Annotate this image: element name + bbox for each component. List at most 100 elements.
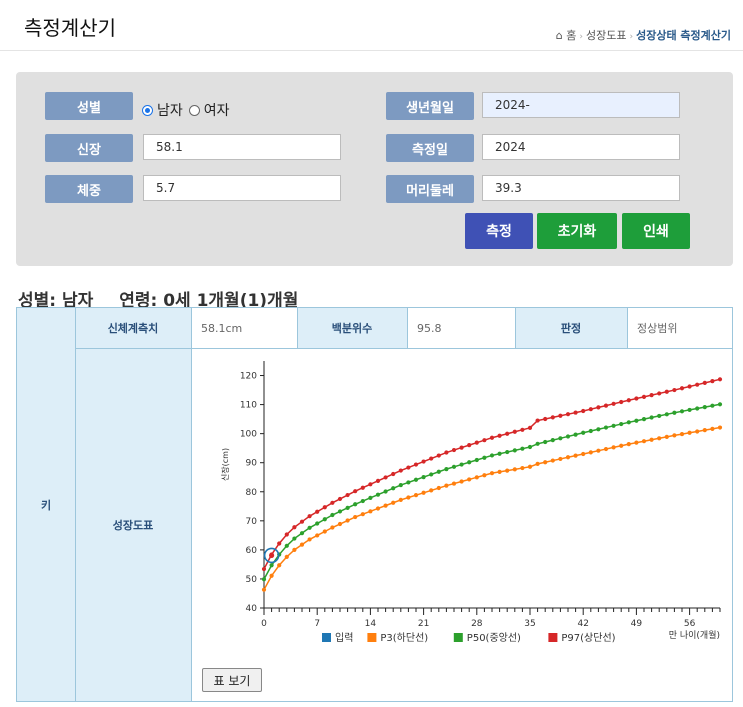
data-point [261, 566, 267, 572]
data-point [611, 401, 616, 406]
data-point [527, 444, 533, 450]
data-point [482, 438, 487, 443]
data-point [391, 500, 396, 505]
measure-button[interactable]: 측정 [465, 213, 533, 249]
data-point [664, 434, 669, 439]
data-point [603, 403, 609, 408]
data-point [505, 431, 510, 436]
data-point [641, 394, 647, 399]
data-point [619, 443, 624, 448]
data-point [292, 536, 297, 541]
reset-button[interactable]: 초기화 [537, 213, 617, 249]
data-point [695, 429, 700, 434]
gender-female-label[interactable]: 여자 [204, 100, 230, 120]
data-point [482, 455, 487, 460]
table-view-button[interactable]: 표 보기 [202, 668, 262, 692]
data-point [474, 440, 479, 445]
home-icon[interactable]: ⌂ [556, 29, 563, 42]
data-point [467, 443, 472, 448]
x-tick-label: 7 [314, 619, 320, 629]
data-point [429, 488, 434, 493]
breadcrumb-growth-chart[interactable]: 성장도표 [586, 29, 626, 42]
data-point [391, 486, 396, 491]
data-point [489, 453, 495, 458]
data-point [581, 408, 586, 414]
legend-label: P3(하단선) [380, 631, 428, 644]
data-point [330, 525, 335, 530]
data-point [550, 438, 555, 443]
data-point [345, 492, 350, 498]
data-point [619, 421, 624, 427]
data-point [527, 425, 533, 430]
data-point [512, 429, 517, 434]
data-point [360, 512, 365, 517]
data-point [687, 384, 692, 389]
y-tick-label: 100 [240, 430, 257, 440]
divider [75, 308, 76, 701]
weight-input[interactable]: 5.7 [143, 175, 341, 201]
data-point [687, 430, 692, 435]
data-point [550, 415, 555, 420]
x-tick-label: 14 [365, 619, 377, 629]
data-point [626, 442, 631, 447]
data-point [261, 577, 267, 582]
data-point [436, 453, 441, 458]
data-point [375, 492, 381, 497]
data-point [421, 474, 426, 480]
measure-date-label: 측정일 [386, 134, 474, 162]
data-point [345, 505, 350, 510]
measure-value: 58.1cm [191, 308, 297, 348]
data-point [657, 413, 662, 419]
y-tick-label: 80 [246, 488, 258, 498]
data-point [474, 457, 479, 463]
data-point [375, 506, 381, 511]
data-point [421, 490, 426, 495]
data-point [467, 477, 472, 482]
legend-swatch [322, 633, 331, 642]
measure-date-input[interactable]: 2024 [482, 134, 680, 160]
data-point [337, 521, 343, 527]
data-point [292, 547, 297, 552]
data-point [375, 478, 381, 483]
data-point [474, 475, 479, 480]
data-point [543, 460, 548, 465]
data-point [588, 428, 593, 434]
data-point [489, 435, 495, 440]
measurement-form: 성별 남자 여자 신장 58.1 체중 5.7 생년월일 2024- 측정일 2… [16, 72, 733, 266]
data-point [451, 481, 457, 486]
gender-male-label[interactable]: 남자 [157, 100, 183, 120]
y-tick-label: 70 [246, 517, 258, 527]
data-point [353, 502, 358, 507]
data-point [634, 418, 639, 423]
data-point [603, 425, 609, 430]
data-point [573, 432, 578, 437]
height-input[interactable]: 58.1 [143, 134, 341, 160]
data-point [337, 509, 343, 514]
growth-chart: 40 50 60 70 80 90 100 110 120 0 7 14 21 28 35 42 49 56 신장(… [220, 361, 723, 644]
data-point [520, 465, 525, 471]
data-point [588, 450, 593, 455]
breadcrumb-home[interactable]: 홈 [566, 29, 576, 42]
data-point [406, 480, 411, 485]
data-point [619, 399, 624, 405]
x-tick-label: 21 [418, 619, 429, 629]
weight-label: 체중 [45, 175, 133, 203]
birth-date-input[interactable]: 2024- [482, 92, 680, 118]
y-tick-label: 50 [246, 575, 258, 585]
data-point [451, 447, 457, 453]
x-tick-label: 42 [577, 619, 588, 629]
print-button[interactable]: 인쇄 [622, 213, 690, 249]
data-point [368, 482, 373, 487]
gender-female-radio[interactable] [188, 104, 200, 116]
head-circumference-input[interactable]: 39.3 [482, 175, 680, 201]
chevron-right-icon: › [629, 32, 634, 42]
data-point [641, 417, 647, 422]
data-point [497, 451, 502, 456]
data-point [603, 446, 609, 452]
data-point [535, 441, 540, 446]
gender-male-radio[interactable] [142, 104, 153, 116]
gender-radio-group: 남자 여자 [142, 100, 230, 120]
row-label-height: 키 [17, 308, 75, 701]
data-point [634, 396, 639, 401]
data-point [368, 509, 373, 514]
